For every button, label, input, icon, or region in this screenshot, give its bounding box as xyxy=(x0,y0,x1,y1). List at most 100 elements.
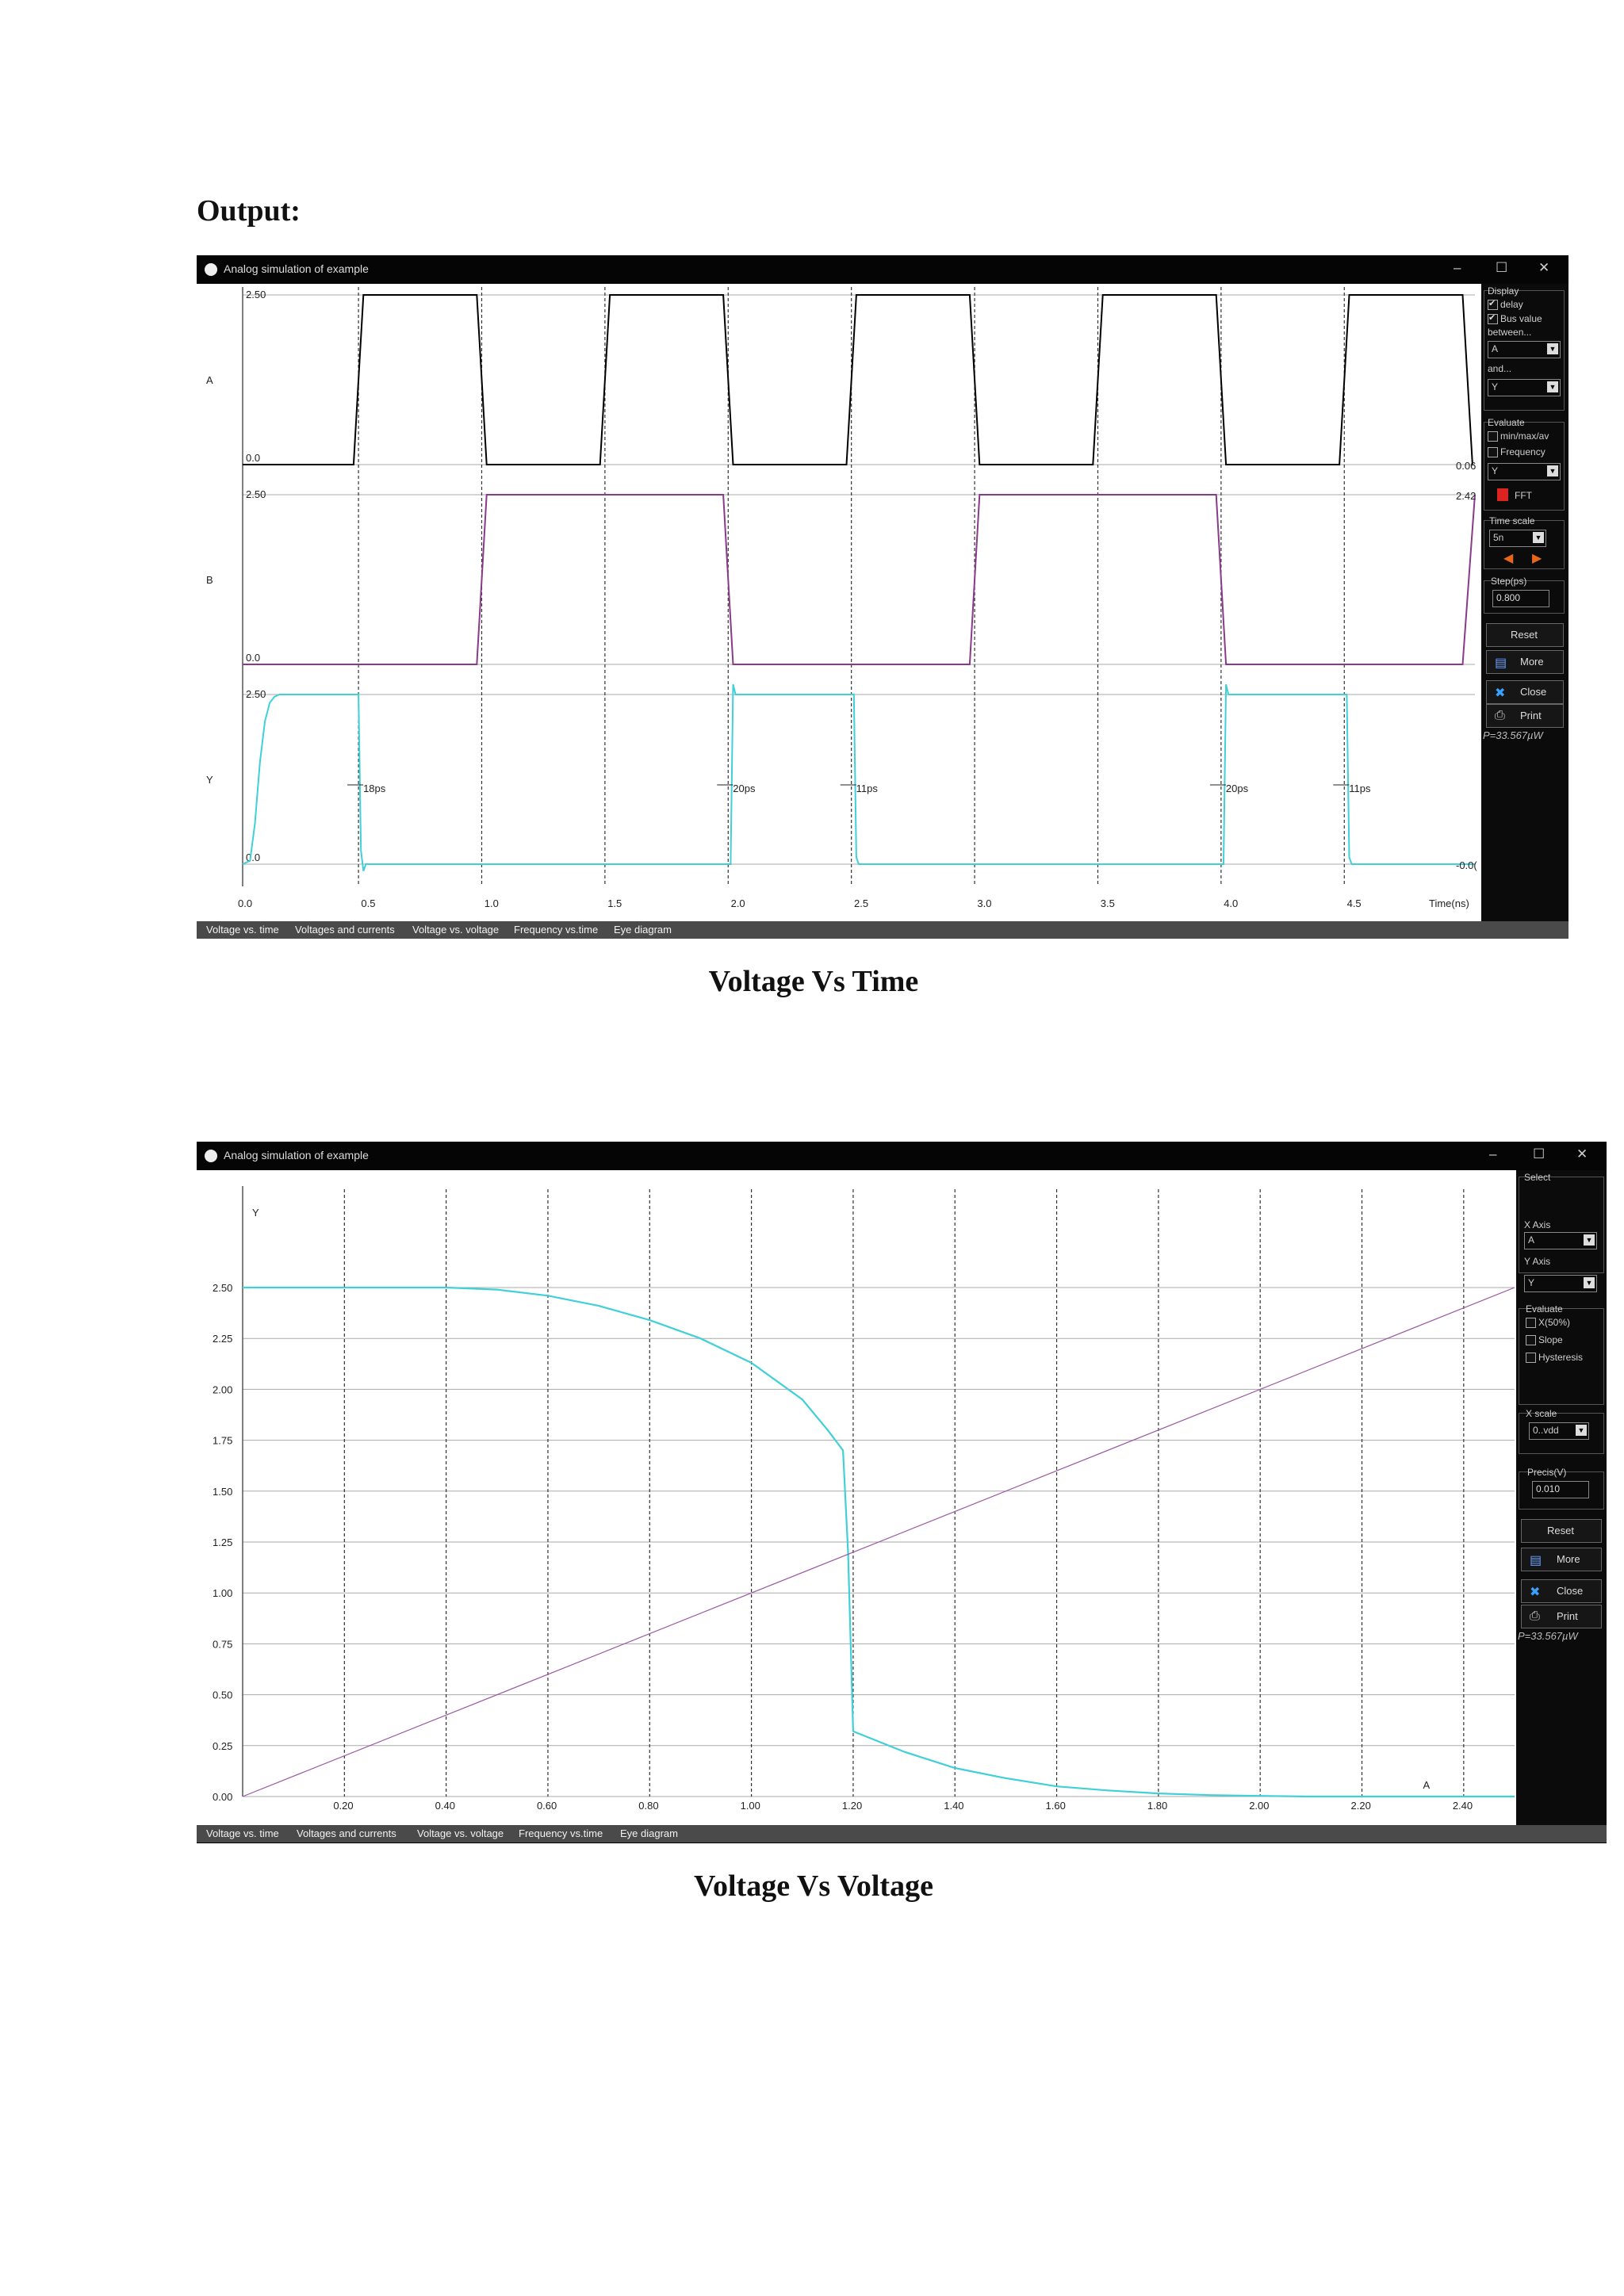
title-bar: Analog simulation of example – ☐ ✕ xyxy=(197,1142,1607,1170)
x-scale-label: X scale xyxy=(1526,1408,1557,1419)
x50-label: X(50%) xyxy=(1538,1317,1571,1328)
and-select[interactable]: Y ▼ xyxy=(1488,379,1561,396)
y-tick-label: 2.50 xyxy=(246,488,266,500)
signal-label-A: A xyxy=(206,374,213,386)
tab-bar: Voltage vs. time Voltages and currents V… xyxy=(197,921,1568,939)
step-label: Step(ps) xyxy=(1491,576,1527,587)
close-icon[interactable]: ✕ xyxy=(1538,260,1549,276)
tab-eye-diagram[interactable]: Eye diagram xyxy=(614,924,672,936)
step-field[interactable]: 0.800 xyxy=(1492,590,1549,607)
window-title: Analog simulation of example xyxy=(224,1149,369,1161)
more-button[interactable]: ▤ More xyxy=(1486,650,1564,674)
scroll-left-icon[interactable]: ◀ xyxy=(1503,550,1513,566)
x-tick-label: 0.5 xyxy=(361,897,375,909)
tab-voltage-vs-voltage[interactable]: Voltage vs. voltage xyxy=(417,1827,504,1839)
close-icon[interactable]: ✕ xyxy=(1576,1146,1588,1162)
slope-label: Slope xyxy=(1538,1334,1563,1345)
y-axis-select[interactable]: Y ▼ xyxy=(1524,1275,1597,1292)
title-bar: Analog simulation of example – ☐ ✕ xyxy=(197,255,1568,284)
voltage-vs-time-plot: 2.50 0.0 A 2.50 0.0 B 2.50 0.0 Y 0.0 0.5 1.0 1.5 2.0 2… xyxy=(197,284,1481,921)
edge-value-label: 2.42 xyxy=(1456,490,1476,502)
select-panel: Select X Axis A ▼ Y Axis Y ▼ Evaluate X(50… xyxy=(1516,1170,1607,1825)
time-scale-label: Time scale xyxy=(1489,515,1535,526)
slope-checkbox[interactable] xyxy=(1526,1335,1536,1345)
close-x-icon: ✖ xyxy=(1495,687,1506,700)
frequency-label: Frequency xyxy=(1500,446,1545,457)
print-button[interactable]: ⎙ Print xyxy=(1521,1605,1602,1628)
voltage-vs-voltage-chart: 0.00 0.25 0.50 0.75 1.00 1.25 1.50 1.75 2.00 2.25… xyxy=(213,1186,1515,1812)
minmax-checkbox[interactable] xyxy=(1488,431,1498,442)
maximize-icon[interactable]: ☐ xyxy=(1496,260,1507,276)
display-label: Display xyxy=(1488,285,1519,297)
scroll-right-icon[interactable]: ▶ xyxy=(1532,550,1542,566)
reset-button[interactable]: Reset xyxy=(1521,1519,1602,1543)
x-tick-label: 1.5 xyxy=(607,897,622,909)
close-button[interactable]: ✖ Close xyxy=(1486,680,1564,704)
minimize-icon[interactable]: – xyxy=(1454,260,1461,276)
bus-value-checkbox[interactable] xyxy=(1488,312,1498,324)
x-tick-label: 2.5 xyxy=(854,897,868,909)
tab-voltages-and-currents[interactable]: Voltages and currents xyxy=(297,1827,396,1839)
hysteresis-label: Hysteresis xyxy=(1538,1352,1584,1363)
reset-button[interactable]: Reset xyxy=(1486,623,1564,647)
minimize-icon[interactable]: – xyxy=(1489,1146,1496,1162)
between-select[interactable]: A ▼ xyxy=(1488,341,1561,358)
y-tick-label: 2.50 xyxy=(246,688,266,700)
y-tick-label: 0.75 xyxy=(213,1638,232,1650)
x-tick-label: 0.60 xyxy=(537,1800,557,1812)
tab-voltage-vs-time[interactable]: Voltage vs. time xyxy=(206,924,279,936)
window-title: Analog simulation of example xyxy=(224,262,369,275)
maximize-icon[interactable]: ☐ xyxy=(1533,1146,1545,1162)
x-tick-label: 0.40 xyxy=(435,1800,455,1812)
x-axis-select[interactable]: A ▼ xyxy=(1524,1232,1597,1249)
y-axis-label: Y Axis xyxy=(1524,1256,1551,1267)
frequency-checkbox[interactable] xyxy=(1488,447,1498,457)
select-label: Select xyxy=(1524,1172,1551,1183)
y-tick-label: 1.25 xyxy=(213,1536,232,1548)
tab-voltage-vs-voltage[interactable]: Voltage vs. voltage xyxy=(412,924,499,936)
precision-field[interactable]: 0.010 xyxy=(1532,1481,1589,1498)
edge-value-label: 0.06 xyxy=(1456,460,1476,472)
x50-checkbox[interactable] xyxy=(1526,1318,1536,1328)
print-button[interactable]: ⎙ Print xyxy=(1486,704,1564,728)
y-tick-label: 1.75 xyxy=(213,1435,232,1447)
delay-label: delay xyxy=(1500,299,1523,310)
delay-label: 11ps xyxy=(856,783,879,794)
tab-voltages-and-currents[interactable]: Voltages and currents xyxy=(295,924,395,936)
signal-label-B: B xyxy=(206,574,213,586)
close-button[interactable]: ✖ Close xyxy=(1521,1579,1602,1603)
tab-frequency-vs-time[interactable]: Frequency vs.time xyxy=(519,1827,603,1839)
evaluate-label: Evaluate xyxy=(1526,1303,1563,1314)
x-tick-label: 1.20 xyxy=(842,1800,862,1812)
delay-label: 20ps xyxy=(1226,783,1249,794)
x-scale-select[interactable]: 0..vdd ▼ xyxy=(1529,1422,1589,1440)
x-axis-label: A xyxy=(1423,1779,1431,1791)
evaluate-label: Evaluate xyxy=(1488,417,1525,428)
y-tick-label: 1.00 xyxy=(213,1587,232,1599)
more-button[interactable]: ▤ More xyxy=(1521,1548,1602,1571)
y-tick-label: 0.00 xyxy=(213,1791,232,1803)
fft-button[interactable]: FFT xyxy=(1497,487,1561,504)
time-scale-select[interactable]: 5n ▼ xyxy=(1489,530,1546,547)
x-tick-label: 0.80 xyxy=(638,1800,658,1812)
analog-simulation-window-time: Analog simulation of example – ☐ ✕ 2.50 0… xyxy=(197,255,1568,939)
x-axis-label: Time(ns) xyxy=(1429,897,1469,909)
x-tick-label: 1.80 xyxy=(1147,1800,1167,1812)
tab-eye-diagram[interactable]: Eye diagram xyxy=(620,1827,678,1839)
x-tick-label: 4.5 xyxy=(1347,897,1362,909)
x-tick-label: 2.20 xyxy=(1351,1800,1371,1812)
series-line-Y xyxy=(242,683,1475,871)
power-readout: P=33.567µW xyxy=(1518,1630,1578,1642)
x-tick-label: 1.40 xyxy=(944,1800,963,1812)
printer-icon: ⎙ xyxy=(1530,1609,1540,1623)
x-tick-label: 0.20 xyxy=(333,1800,353,1812)
y-tick-label: 2.50 xyxy=(213,1282,232,1294)
tab-frequency-vs-time[interactable]: Frequency vs.time xyxy=(514,924,598,936)
delay-checkbox[interactable] xyxy=(1488,298,1498,310)
hysteresis-checkbox[interactable] xyxy=(1526,1353,1536,1363)
evaluate-select[interactable]: Y ▼ xyxy=(1488,463,1561,480)
chevron-down-icon: ▼ xyxy=(1576,1425,1587,1436)
close-x-icon: ✖ xyxy=(1530,1586,1541,1599)
tab-voltage-vs-time[interactable]: Voltage vs. time xyxy=(206,1827,279,1839)
delay-label: 20ps xyxy=(733,783,756,794)
